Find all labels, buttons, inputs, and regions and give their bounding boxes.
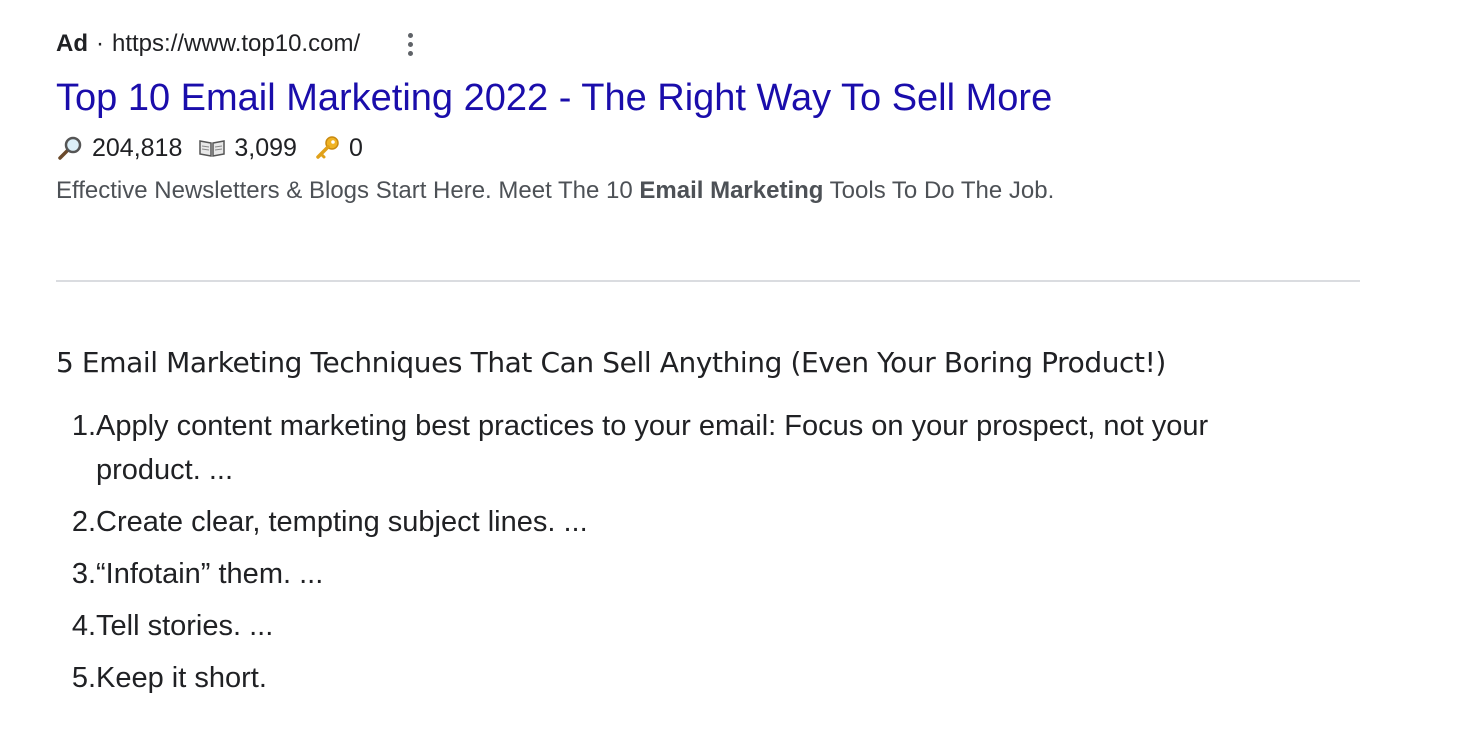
featured-snippet: 5 Email Marketing Techniques That Can Se… (56, 340, 1306, 708)
ad-result: Ad · https://www.top10.com/ Top 10 Email… (56, 26, 1360, 208)
snippet-heading: 5 Email Marketing Techniques That Can Se… (56, 346, 1166, 379)
ad-separator: · (96, 30, 104, 57)
list-item: 5. Keep it short. (56, 656, 1306, 700)
more-vertical-icon-dot (407, 41, 413, 47)
ad-description-keyword: Email Marketing (639, 177, 824, 204)
more-options-button[interactable] (398, 26, 422, 62)
list-item-text: Tell stories. ... (96, 610, 274, 642)
ad-meta-row: Ad · https://www.top10.com/ (56, 26, 1360, 62)
list-item-number: 4. (71, 610, 96, 642)
list-item-text: Keep it short. (96, 662, 267, 694)
ad-stats-row: 204,818 3,099 0 (56, 130, 1360, 166)
ad-description-start: Effective Newsletters & Blogs Start Here… (56, 177, 640, 204)
stat-reads: 3,099 (198, 130, 297, 166)
list-item: 3. “Infotain” them. ... (56, 552, 1306, 596)
snippet-list: 1. Apply content marketing best practice… (56, 404, 1306, 700)
result-divider (56, 280, 1360, 282)
key-icon (313, 134, 341, 162)
ad-title-link[interactable]: Top 10 Email Marketing 2022 - The Right … (56, 76, 1360, 120)
stat-reads-value: 3,099 (234, 134, 297, 162)
ad-description: Effective Newsletters & Blogs Start Here… (56, 174, 1360, 208)
ad-label: Ad (56, 30, 88, 57)
stat-searches: 204,818 (56, 130, 182, 166)
open-book-icon (198, 134, 226, 162)
list-item-number: 1. (71, 410, 96, 442)
stat-keys: 0 (313, 130, 363, 166)
more-vertical-icon-dot (407, 50, 413, 56)
list-item: 1. Apply content marketing best practice… (56, 404, 1306, 492)
ad-description-end: Tools To Do The Job. (823, 177, 1055, 204)
list-item: 4. Tell stories. ... (56, 604, 1306, 648)
magnifier-icon (56, 134, 84, 162)
ad-display-url[interactable]: https://www.top10.com/ (112, 26, 360, 62)
list-item-text: Create clear, tempting subject lines. ..… (96, 506, 588, 538)
stat-searches-value: 204,818 (92, 134, 183, 162)
list-item-text: Apply content marketing best practices t… (96, 410, 1209, 486)
list-item-number: 5. (71, 662, 96, 694)
list-item-number: 3. (71, 558, 96, 590)
list-item-number: 2. (71, 506, 96, 538)
more-vertical-icon (407, 32, 413, 38)
stat-keys-value: 0 (348, 134, 363, 162)
list-item-text: “Infotain” them. ... (96, 558, 324, 590)
list-item: 2. Create clear, tempting subject lines.… (56, 500, 1306, 544)
